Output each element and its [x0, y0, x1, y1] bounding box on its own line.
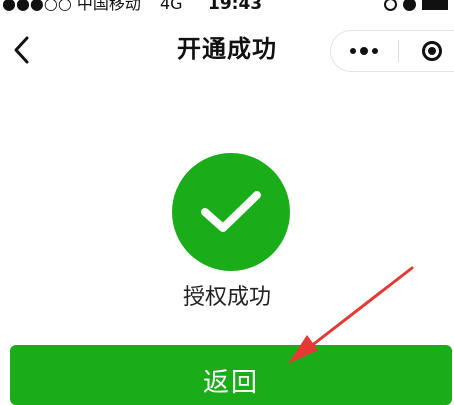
nav-bar: 开通成功	[0, 16, 454, 80]
status-time: 19:43	[208, 0, 263, 14]
return-button-label: 返回	[202, 368, 259, 398]
rotation-lock-icon	[384, 0, 397, 11]
status-bar: ●●●○○ 中国移动 4G 19:43	[0, 0, 454, 16]
capsule-divider	[398, 40, 399, 62]
mini-program-capsule	[330, 30, 454, 72]
success-icon	[172, 153, 290, 271]
alarm-icon	[403, 0, 416, 11]
more-dots-icon	[350, 47, 378, 55]
battery-icon	[422, 0, 448, 10]
more-button[interactable]	[331, 31, 397, 71]
close-button[interactable]	[409, 31, 454, 71]
network-type: 4G	[160, 0, 183, 13]
status-icons	[384, 0, 448, 14]
carrier-name: ●●●○○ 中国移动	[2, 0, 141, 13]
target-close-icon	[422, 41, 442, 61]
check-icon	[201, 191, 261, 232]
carrier-info: ●●●○○ 中国移动 4G	[2, 0, 183, 14]
return-button[interactable]: 返回	[10, 345, 452, 405]
success-message: 授权成功	[182, 285, 271, 310]
